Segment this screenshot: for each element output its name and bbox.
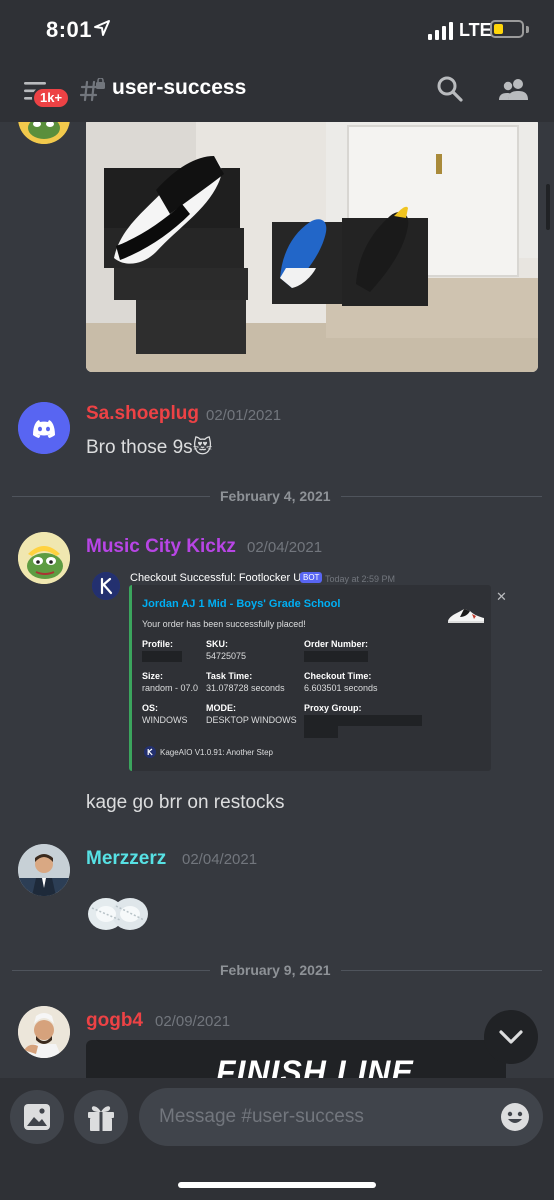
kage-logo-icon — [144, 746, 156, 758]
members-icon[interactable] — [498, 76, 530, 104]
battery-level — [494, 24, 504, 34]
shoe-photo[interactable] — [86, 122, 538, 372]
redacted-value — [304, 715, 422, 726]
message-timestamp: 02/01/2021 — [206, 407, 282, 424]
username[interactable]: Music City Kickz — [86, 536, 236, 558]
message-text-body: Bro those 9s — [86, 437, 193, 458]
avatar[interactable] — [18, 122, 70, 144]
emoji-icon[interactable] — [500, 1102, 530, 1132]
field-label: Checkout Time: — [304, 671, 372, 681]
username[interactable]: Merzzerz — [86, 848, 166, 870]
kage-logo-icon — [92, 572, 120, 600]
embed-title[interactable]: Jordan AJ 1 Mid - Boys' Grade School — [142, 598, 340, 610]
sneaker-thumbnail-icon — [448, 609, 484, 623]
avatar[interactable] — [18, 1006, 70, 1058]
close-icon[interactable]: ✕ — [496, 589, 507, 605]
field-label: Task Time: — [206, 671, 253, 681]
redacted-value — [142, 651, 182, 662]
message-text: kage go brr on restocks — [86, 792, 285, 813]
status-bar: 8:01 LTE — [0, 0, 554, 60]
discord-logo-icon — [18, 402, 70, 454]
field-label: Profile: — [142, 639, 174, 649]
status-time: 8:01 — [46, 17, 93, 42]
field-value: 31.078728 seconds — [206, 683, 285, 693]
field-value: 6.603501 seconds — [304, 683, 378, 693]
signal-icon — [428, 22, 453, 40]
field-value: random - 07.0 — [142, 683, 199, 693]
gift-icon — [88, 1106, 114, 1131]
field-label: Size: — [142, 671, 164, 681]
field-value: DESKTOP WINDOWS — [206, 715, 297, 725]
embed-description: Your order has been successfully placed! — [142, 619, 306, 629]
heart-eyes-cat-emoji: 😻 — [192, 437, 213, 458]
field-label: Proxy Group: — [304, 703, 362, 713]
message-text: Bro those 9s😻 — [86, 436, 212, 459]
sneaker-sticker[interactable] — [86, 892, 150, 936]
field-value: 54725075 — [206, 651, 247, 661]
bot-timestamp: Today at 2:59 PM — [325, 574, 396, 584]
message-timestamp: 02/04/2021 — [182, 851, 258, 868]
message-input[interactable] — [139, 1088, 543, 1146]
username[interactable]: gogb4 — [86, 1010, 143, 1032]
avatar[interactable] — [18, 844, 70, 896]
home-indicator — [178, 1182, 376, 1188]
embed-footer: KageAIO V1.0.91: Another Step — [160, 748, 273, 757]
gift-button[interactable] — [74, 1090, 128, 1144]
scrollbar-thumb[interactable] — [546, 184, 550, 230]
battery-nub — [526, 26, 529, 33]
finish-line-image[interactable]: FINISH LINE — [86, 1040, 506, 1078]
bot-author-name: Checkout Successful: Footlocker US — [130, 572, 309, 584]
attach-image-button[interactable] — [10, 1090, 64, 1144]
avatar[interactable] — [18, 402, 70, 454]
redacted-value — [304, 726, 338, 738]
avatar[interactable] — [18, 532, 70, 584]
channel-header: 1k+ user-success — [0, 60, 554, 122]
redacted-value — [304, 651, 368, 662]
field-value: WINDOWS — [142, 715, 188, 725]
checkout-embed: ✕ Jordan AJ 1 Mid - Boys' Grade School Y… — [129, 585, 507, 771]
finish-line-logo: FINISH LINE — [216, 1054, 414, 1078]
username[interactable]: Sa.shoeplug — [86, 403, 199, 425]
scroll-to-bottom-button[interactable] — [484, 1010, 538, 1064]
chevron-down-icon — [499, 1030, 523, 1044]
location-arrow-icon — [94, 20, 110, 36]
message-composer — [0, 1078, 554, 1200]
field-label: SKU: — [206, 639, 228, 649]
message-timestamp: 02/09/2021 — [155, 1013, 231, 1030]
date-divider-label: February 9, 2021 — [210, 962, 341, 978]
field-label: MODE: — [206, 703, 236, 713]
message-list[interactable]: Sa.shoeplug 02/01/2021 Bro those 9s😻 Feb… — [0, 122, 554, 1078]
network-label: LTE — [459, 20, 492, 40]
field-label: OS: — [142, 703, 159, 713]
field-label: Order Number: — [304, 639, 369, 649]
search-icon[interactable] — [436, 75, 464, 103]
locked-channel-icon — [80, 78, 105, 102]
unread-badge: 1k+ — [32, 87, 71, 109]
battery-icon — [490, 20, 524, 38]
date-divider-label: February 4, 2021 — [210, 488, 341, 504]
bot-avatar[interactable] — [92, 572, 120, 600]
bot-tag: BOT — [300, 572, 323, 583]
image-icon — [24, 1104, 50, 1130]
message-timestamp: 02/04/2021 — [247, 539, 323, 556]
channel-title: user-success — [112, 76, 247, 99]
